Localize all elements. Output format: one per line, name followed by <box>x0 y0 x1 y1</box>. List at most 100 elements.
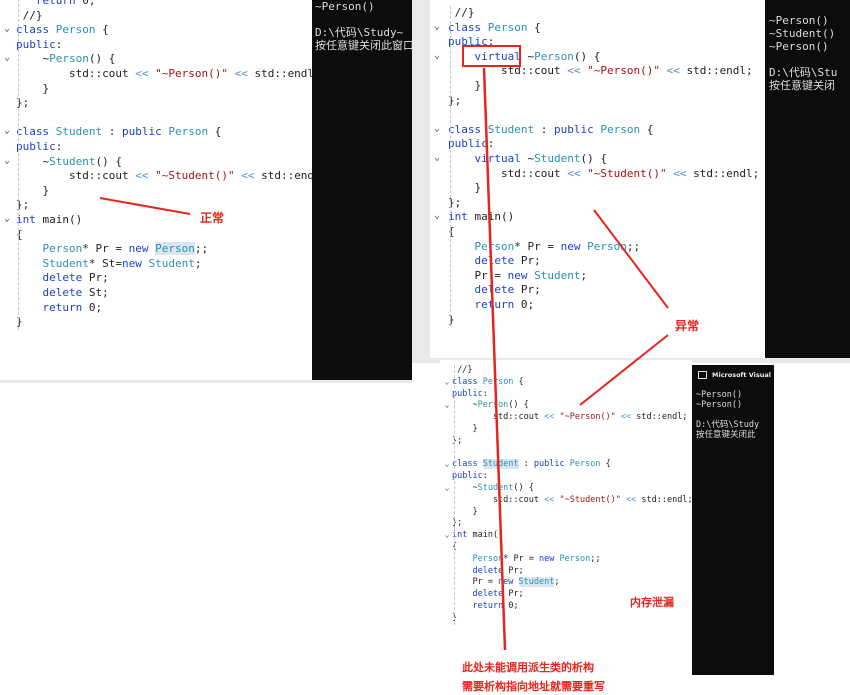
label-memory-leak: 内存泄漏 <box>630 596 674 609</box>
console-line: D:\代码\Stu <box>769 66 838 79</box>
label-abnormal: 异常 <box>675 319 700 333</box>
console-window-2: ~Person() ~Student() ~Person() D:\代码\Stu 按任… <box>765 0 850 358</box>
console-title-bar: Microsoft Visual <box>692 365 774 385</box>
code-line: return 0; <box>35 0 96 7</box>
code-line: virtual ~Person() { <box>474 49 601 63</box>
code-line: public: <box>16 37 63 51</box>
fold-chevron-icon[interactable]: ⌄ <box>442 377 452 386</box>
indent-guide <box>18 0 19 330</box>
code-editor-panel-2: //} class Person {public: virtual ~Person… <box>430 0 765 358</box>
code-line: } <box>16 315 23 329</box>
console-line: ~Person() <box>769 40 829 53</box>
console-line: ~Person() <box>315 0 375 13</box>
fold-chevron-icon[interactable]: ⌄ <box>442 459 452 468</box>
fold-chevron-icon[interactable]: ⌄ <box>442 483 452 492</box>
note-line-1: 此处未能调用派生类的析构 <box>462 661 594 674</box>
code-line: ~Person() { <box>16 52 116 66</box>
code-line: class Student : public Person { <box>448 122 654 136</box>
code-line: delete St; <box>42 286 109 299</box>
code-line: std::cout << "~Person()" << std::endl; <box>452 412 688 423</box>
code-line: delete Pr; <box>472 565 524 576</box>
code-line: return 0; <box>472 601 519 611</box>
code-line: int main() <box>448 210 515 224</box>
code-line: public: <box>448 35 495 49</box>
fold-chevron-icon[interactable]: ⌄ <box>432 50 442 61</box>
console-line: ~Person() <box>696 400 743 410</box>
fold-chevron-icon[interactable]: ⌄ <box>442 400 452 409</box>
code-line: virtual ~Student() { <box>474 152 607 165</box>
console-line: ~Person() <box>696 390 743 400</box>
code-line: Student* St=new Student; <box>42 256 202 270</box>
code-line: int main() <box>16 213 83 226</box>
console-window-3: Microsoft Visual ~Person() ~Person() D:\代… <box>692 365 774 675</box>
code-line: class Student : public Person { <box>16 125 222 139</box>
console-line: D:\代码\Study <box>696 420 760 430</box>
code-line: } <box>448 79 482 92</box>
code-line: std::cout << "~Student()" << std::endl; <box>16 169 312 183</box>
code-line: public: <box>452 471 488 482</box>
console-line: ~Student() <box>769 27 836 40</box>
code-line: //} <box>448 6 475 19</box>
code-line: public: <box>452 388 488 399</box>
code-line: ~Student() { <box>16 154 122 168</box>
fold-chevron-icon[interactable]: ⌄ <box>2 213 12 224</box>
console-line: ~Person() <box>769 14 829 27</box>
fold-chevron-icon[interactable]: ⌄ <box>432 152 442 163</box>
code-line: { <box>448 225 455 238</box>
console-line: D:\代码\Study~ <box>315 26 404 39</box>
code-line: } <box>16 183 50 197</box>
console-title: Microsoft Visual <box>712 371 772 379</box>
code-editor-panel-3: //} class Person {public: ~Person() { std… <box>440 360 692 630</box>
code-line: //} <box>452 365 473 375</box>
code-line: { <box>16 227 23 241</box>
code-line: std::cout << "~Person()" << std::endl; <box>16 67 312 80</box>
code-line: class Person { <box>448 20 541 34</box>
code-line: delete Pr; <box>474 254 541 268</box>
code-line: } <box>452 506 478 517</box>
indent-guide <box>454 365 455 625</box>
code-line: std::cout << "~Student()" << std::endl; <box>448 166 760 180</box>
code-line: int main() <box>452 530 504 541</box>
code-line: ~Student() { <box>452 483 534 493</box>
console-line: 按任意键关闭此窗口 <box>315 39 412 52</box>
note-line-2: 需要析构指向地址就需要重写 <box>462 680 605 693</box>
code-line: return 0; <box>42 300 103 314</box>
fold-chevron-icon[interactable]: ⌄ <box>2 155 12 166</box>
code-line: } <box>448 181 482 195</box>
code-line: } <box>448 312 455 326</box>
fold-chevron-icon[interactable]: ⌄ <box>2 125 12 136</box>
code-line: std::cout << "~Person()" << std::endl; <box>448 64 753 78</box>
fold-chevron-icon[interactable]: ⌄ <box>2 52 12 63</box>
code-line: Pr = new Student; <box>448 268 588 282</box>
code-line: class Person { <box>452 376 524 387</box>
code-line: delete Pr; <box>472 589 524 600</box>
code-editor-panel-1: return 0; //} class Person {public: ~Pers… <box>0 0 312 380</box>
code-line: //} <box>16 8 43 22</box>
code-line: public: <box>16 140 63 153</box>
code-line: class Student : public Person { <box>452 459 611 470</box>
code-line: return 0; <box>474 298 535 311</box>
fold-chevron-icon[interactable]: ⌄ <box>432 21 442 32</box>
fold-chevron-icon[interactable]: ⌄ <box>432 123 442 134</box>
code-line: Pr = new Student; <box>452 577 560 588</box>
code-line: std::cout << "~Student()" << std::endl; <box>452 494 692 505</box>
code-line: delete Pr; <box>42 271 109 285</box>
label-normal: 正常 <box>200 211 225 225</box>
code-line: Person* Pr = new Person;; <box>472 553 601 564</box>
fold-chevron-icon[interactable]: ⌄ <box>2 23 12 34</box>
code-line: class Person { <box>16 23 109 37</box>
code-line: delete Pr; <box>474 283 541 297</box>
terminal-icon <box>698 371 707 379</box>
code-line: ~Person() { <box>452 400 529 411</box>
indent-guide <box>450 6 451 328</box>
code-line: public: <box>448 137 495 151</box>
fold-chevron-icon[interactable]: ⌄ <box>432 210 442 221</box>
console-line: 按任意键关闭此 <box>696 430 756 440</box>
fold-chevron-icon[interactable]: ⌄ <box>442 530 452 539</box>
code-line: Person* Pr = new Person;; <box>42 242 209 256</box>
code-line: } <box>16 81 50 95</box>
console-window-1: ~Person() D:\代码\Study~ 按任意键关闭此窗口 <box>312 0 412 380</box>
